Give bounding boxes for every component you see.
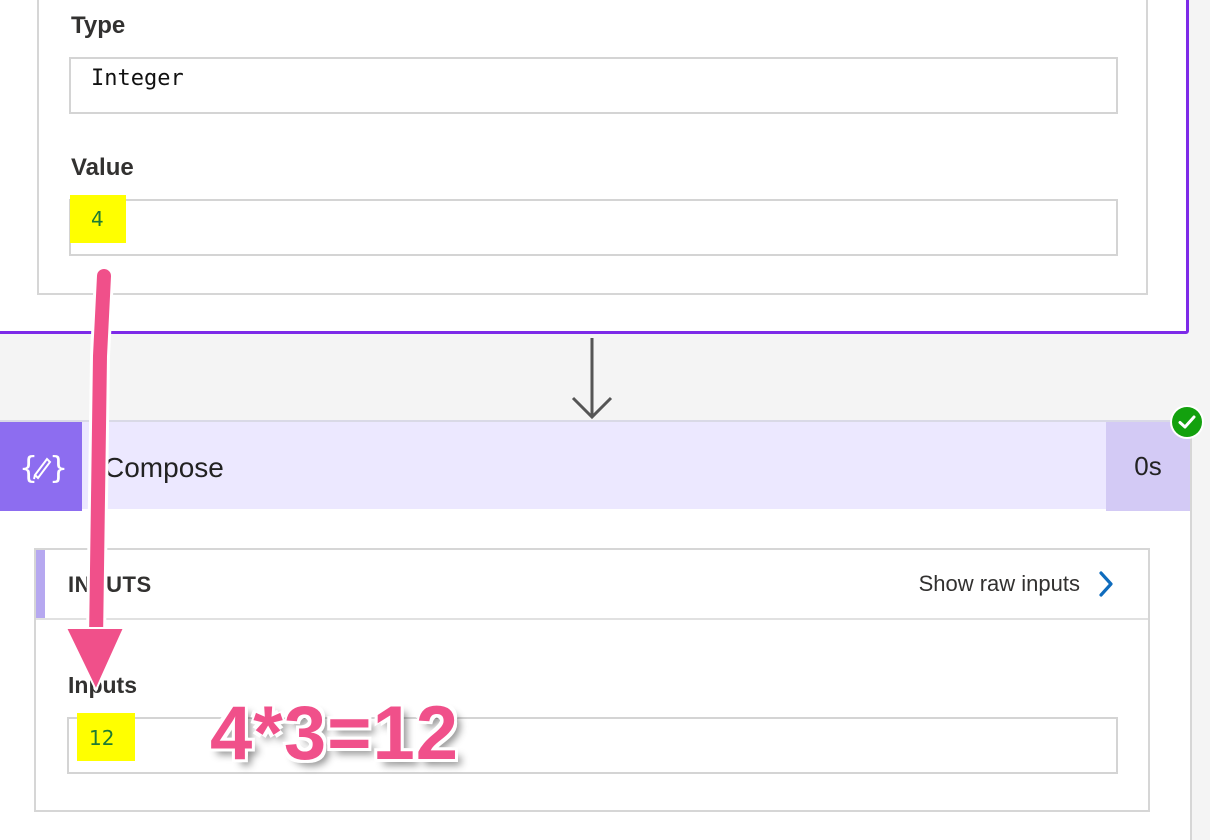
svg-text:}: } [49,451,65,486]
type-field[interactable]: Integer [69,57,1118,114]
section-accent-bar [36,550,45,618]
compose-header[interactable]: { } Compose 0s [0,420,1190,511]
inputs-section: INPUTS Show raw inputs Inputs 12 [34,548,1150,812]
value-label: Value [71,154,134,181]
show-raw-inputs-label: Show raw inputs [918,571,1080,596]
value-field[interactable]: 4 [69,195,1118,256]
compose-title: Compose [104,452,224,483]
annotation-formula: 4*3=12 [210,691,460,776]
inputs-field-label: Inputs [68,672,137,698]
check-circle-icon [1170,405,1204,439]
type-value: Integer [91,66,184,91]
svg-text:{: { [19,451,38,486]
inputs-value: 12 [89,726,115,750]
chevron-right-icon [1099,571,1113,597]
flow-connector-arrow-icon [571,338,613,420]
type-label: Type [71,12,126,39]
value-text: 4 [91,207,104,231]
inputs-section-header: INPUTS Show raw inputs [36,550,1148,620]
show-raw-inputs-link[interactable]: Show raw inputs [919,570,1114,598]
inputs-heading: INPUTS [68,572,152,597]
duration-text: 0s [1134,451,1162,481]
variable-inputs-panel: Type Integer Value 4 [37,0,1148,295]
compose-icon: { } [0,422,82,511]
